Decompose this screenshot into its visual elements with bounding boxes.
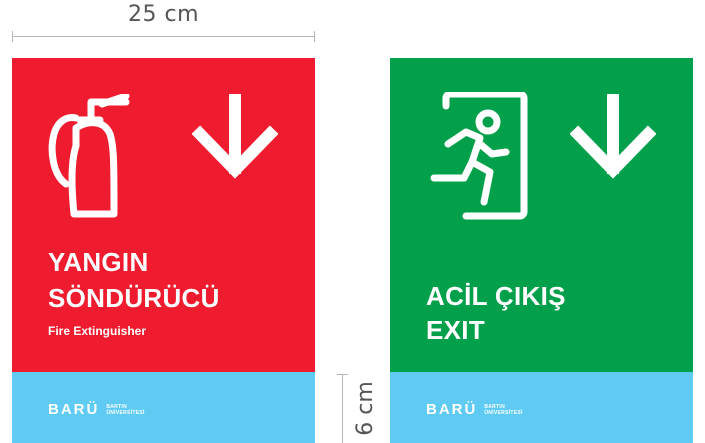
width-dimension-tick-right — [314, 31, 315, 42]
sign-title-line2: SÖNDÜRÜCÜ — [48, 283, 220, 313]
university-logo: BARÜ BARTIN ÜNİVERSİTESİ — [48, 401, 145, 418]
sign-panel: YANGIN SÖNDÜRÜCÜ Fire Extinguisher — [12, 58, 315, 372]
sign-footer: BARÜ BARTIN ÜNİVERSİTESİ — [390, 372, 693, 443]
arrow-down-icon — [192, 94, 278, 179]
fire-extinguisher-icon — [48, 94, 130, 218]
sign-title-line1: YANGIN — [48, 247, 149, 277]
width-dimension-line — [12, 36, 315, 37]
sign-title-line2: EXIT — [426, 315, 485, 345]
height-dimension-label: 6 cm — [352, 381, 378, 436]
logo-wordmark: BARÜ — [426, 401, 478, 418]
height-dimension-label-box: 6 cm — [352, 374, 378, 443]
width-dimension-label: 25 cm — [127, 2, 199, 27]
logo-line2: ÜNİVERSİTESİ — [484, 409, 523, 416]
sign-panel: ACİL ÇIKIŞ EXIT — [390, 58, 693, 372]
arrow-down-icon — [570, 94, 656, 179]
fire-extinguisher-sign: YANGIN SÖNDÜRÜCÜ Fire Extinguisher BARÜ … — [12, 58, 315, 443]
logo-line2: ÜNİVERSİTESİ — [106, 409, 145, 416]
sign-subtitle: Fire Extinguisher — [48, 324, 147, 338]
emergency-exit-icon — [430, 92, 528, 220]
logo-text: BARTIN ÜNİVERSİTESİ — [484, 404, 522, 416]
width-dimension-tick-left — [12, 31, 13, 42]
sign-title-line1: ACİL ÇIKIŞ — [426, 281, 566, 311]
logo-wordmark: BARÜ — [48, 401, 100, 418]
logo-text: BARTIN ÜNİVERSİTESİ — [106, 404, 144, 416]
emergency-exit-sign: ACİL ÇIKIŞ EXIT BARÜ BARTIN ÜNİVERSİTESİ — [390, 58, 693, 443]
sign-footer: BARÜ BARTIN ÜNİVERSİTESİ — [12, 372, 315, 443]
height-dimension-line — [342, 374, 343, 443]
university-logo: BARÜ BARTIN ÜNİVERSİTESİ — [426, 401, 523, 418]
